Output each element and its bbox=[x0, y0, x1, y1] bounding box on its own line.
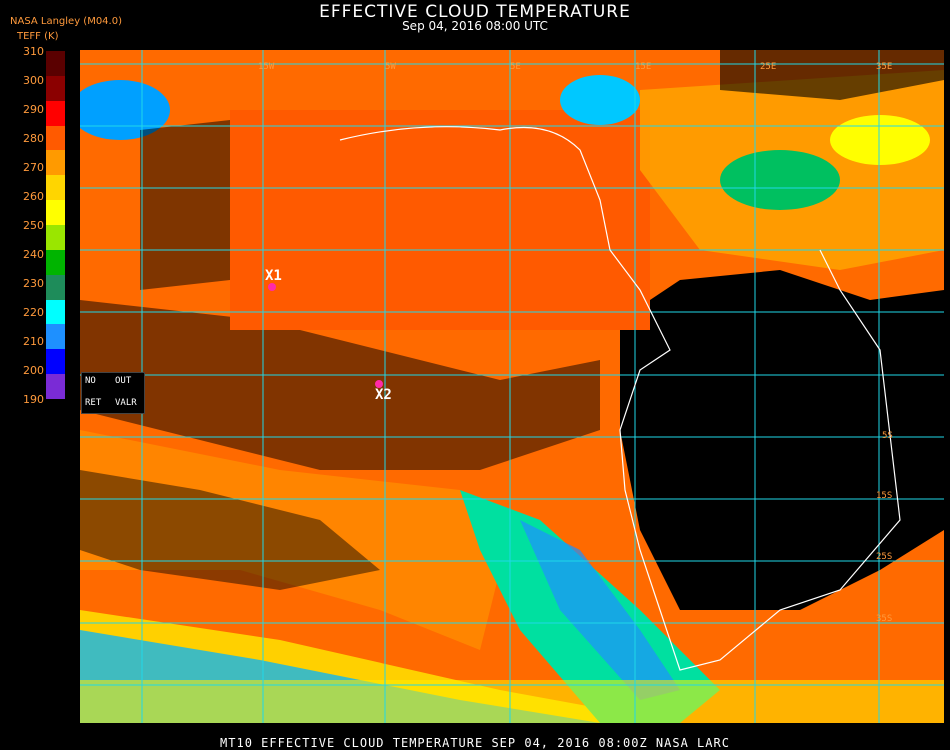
grid-label: 15E bbox=[635, 62, 652, 72]
scale-tick: 250 bbox=[23, 219, 44, 232]
cold-cloud-top bbox=[560, 75, 640, 125]
source-label: NASA Langley (M04.0) bbox=[10, 16, 122, 27]
cloud-temperature-map[interactable] bbox=[80, 50, 944, 723]
clear-patch bbox=[140, 120, 230, 290]
solid-cloud-block bbox=[230, 110, 650, 330]
grid-label: 35S bbox=[876, 614, 893, 624]
cold-cloud-top bbox=[830, 115, 930, 165]
scale-swatch bbox=[46, 374, 65, 400]
grid-label: 35E bbox=[876, 62, 893, 72]
scale-swatch bbox=[46, 299, 65, 325]
grid-label: 15S bbox=[876, 491, 893, 501]
scale-swatch bbox=[46, 175, 65, 201]
marker-x1-label[interactable]: X1 bbox=[265, 268, 282, 284]
scale-tick: 190 bbox=[23, 393, 44, 406]
scale-swatch bbox=[46, 200, 65, 226]
grid-label: 5S bbox=[882, 431, 893, 441]
scale-swatch bbox=[46, 100, 65, 127]
map-subtitle: Sep 04, 2016 08:00 UTC bbox=[402, 19, 548, 33]
marker-x1-dot[interactable] bbox=[268, 283, 276, 291]
data-flag-legend: NO OUT RET VALR bbox=[81, 372, 145, 414]
scale-tick: 260 bbox=[23, 190, 44, 203]
scale-swatch bbox=[46, 249, 65, 276]
color-scale: 310 300 290 280 270 260 250 240 230 220 … bbox=[0, 45, 70, 406]
scale-swatch bbox=[46, 225, 65, 251]
grid-label: 15W bbox=[258, 62, 275, 72]
grid-label: 25S bbox=[876, 552, 893, 562]
scale-tick: 210 bbox=[23, 335, 44, 348]
scale-tick: 240 bbox=[23, 248, 44, 261]
scale-tick: 230 bbox=[23, 277, 44, 290]
scale-swatch bbox=[46, 125, 65, 151]
scale-tick: 310 bbox=[23, 45, 44, 58]
southern-strip bbox=[80, 680, 944, 723]
scale-tick: 200 bbox=[23, 364, 44, 377]
variable-label: TEFF (K) bbox=[17, 31, 59, 42]
grid-label: 5W bbox=[385, 62, 396, 72]
legend-valr: VALR bbox=[115, 398, 137, 408]
scale-swatch bbox=[46, 51, 65, 77]
scale-swatch bbox=[46, 75, 65, 102]
cold-cloud-top bbox=[720, 150, 840, 210]
satellite-image-view: EFFECTIVE CLOUD TEMPERATURE Sep 04, 2016… bbox=[0, 0, 950, 750]
grid-label: 25E bbox=[760, 62, 777, 72]
map-canvas bbox=[80, 50, 944, 723]
scale-swatch bbox=[46, 349, 65, 375]
scale-swatch bbox=[46, 274, 65, 301]
scale-tick: 270 bbox=[23, 161, 44, 174]
clear-sky-ocean bbox=[620, 270, 944, 610]
footer-caption: MT10 EFFECTIVE CLOUD TEMPERATURE SEP 04,… bbox=[220, 736, 730, 750]
legend-ret: RET bbox=[85, 398, 102, 408]
scale-swatch bbox=[46, 324, 65, 350]
scale-swatch bbox=[46, 150, 65, 176]
scale-tick: 290 bbox=[23, 103, 44, 116]
legend-out: OUT bbox=[115, 376, 132, 386]
marker-x2-label[interactable]: X2 bbox=[375, 387, 392, 403]
scale-tick: 280 bbox=[23, 132, 44, 145]
scale-tick: 220 bbox=[23, 306, 44, 319]
grid-label: 5E bbox=[510, 62, 521, 72]
scale-tick: 300 bbox=[23, 74, 44, 87]
legend-no: NO bbox=[85, 376, 96, 386]
